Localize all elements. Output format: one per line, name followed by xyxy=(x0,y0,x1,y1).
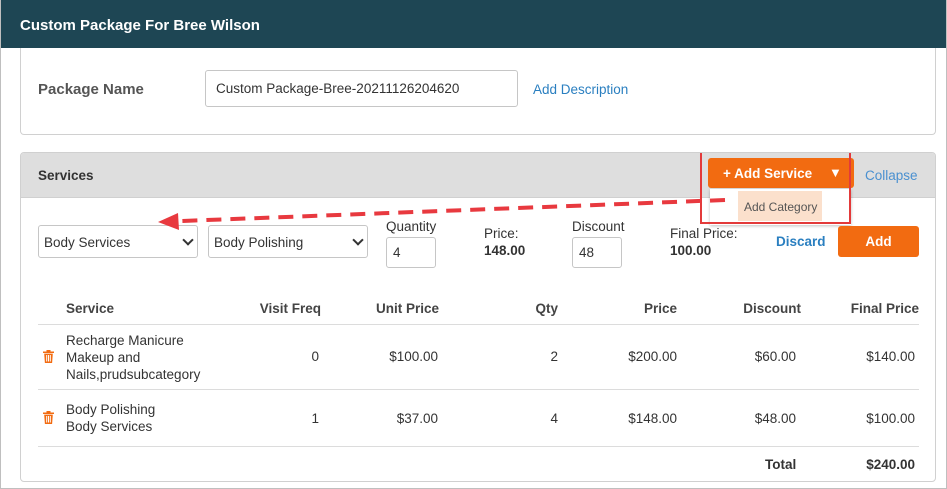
add-button[interactable]: Add xyxy=(838,226,919,257)
package-name-panel: Package Name Add Description xyxy=(20,48,936,135)
discount-cell: $60.00 xyxy=(754,349,796,364)
service-name-line: Body Services xyxy=(66,419,153,434)
table-divider xyxy=(38,389,919,390)
total-label: Total xyxy=(765,457,797,472)
service-select-value: Body Polishing xyxy=(214,235,304,250)
column-header-discount: Discount xyxy=(743,301,801,316)
quantity-label: Quantity xyxy=(386,219,437,234)
final-price-value: 100.00 xyxy=(670,243,712,258)
unit-price-cell: $100.00 xyxy=(389,349,438,364)
final-price-label: Final Price: xyxy=(670,226,738,241)
category-select[interactable]: Body Services xyxy=(38,225,198,258)
services-title: Services xyxy=(38,168,94,183)
column-header-qty: Qty xyxy=(535,301,558,316)
service-select[interactable]: Body Polishing xyxy=(208,225,368,258)
discount-label: Discount xyxy=(572,219,625,234)
discount-cell: $48.00 xyxy=(754,411,796,426)
category-select-value: Body Services xyxy=(44,235,131,250)
final-price-cell: $100.00 xyxy=(866,411,915,426)
quantity-input[interactable] xyxy=(386,237,436,268)
package-name-label: Package Name xyxy=(38,81,144,98)
visit-freq-cell: 1 xyxy=(311,411,319,426)
total-value: $240.00 xyxy=(866,457,915,472)
page-header: Custom Package For Bree Wilson xyxy=(1,0,946,48)
chevron-down-icon xyxy=(182,234,194,246)
column-header-service: Service xyxy=(66,301,115,316)
chevron-down-icon xyxy=(352,234,364,246)
column-header-final-price: Final Price xyxy=(850,301,919,316)
trash-icon[interactable] xyxy=(43,350,54,363)
column-header-price: Price xyxy=(643,301,677,316)
add-description-link[interactable]: Add Description xyxy=(533,82,628,97)
trash-icon[interactable] xyxy=(43,411,54,424)
service-name-line: Makeup and xyxy=(66,350,141,365)
service-name-line: Recharge Manicure xyxy=(66,333,184,348)
price-cell: $200.00 xyxy=(628,349,677,364)
service-name-line: Nails,prudsubcategory xyxy=(66,367,201,382)
price-cell: $148.00 xyxy=(628,411,677,426)
table-divider xyxy=(38,324,919,325)
column-header-unit-price: Unit Price xyxy=(375,301,439,316)
discount-input[interactable] xyxy=(572,237,622,268)
visit-freq-cell: 0 xyxy=(311,349,319,364)
services-panel: Services Collapse + Add Service ▼ Add Ca… xyxy=(20,152,936,482)
qty-cell: 4 xyxy=(550,411,558,426)
service-name-line: Body Polishing xyxy=(66,402,156,417)
page-title: Custom Package For Bree Wilson xyxy=(20,17,260,34)
price-label: Price: xyxy=(484,226,519,241)
qty-cell: 2 xyxy=(550,349,558,364)
table-divider xyxy=(38,446,919,447)
unit-price-cell: $37.00 xyxy=(396,411,438,426)
discard-button[interactable]: Discard xyxy=(776,234,826,249)
price-value: 148.00 xyxy=(484,243,526,258)
collapse-link[interactable]: Collapse xyxy=(865,168,918,183)
package-name-input[interactable] xyxy=(205,70,518,107)
final-price-cell: $140.00 xyxy=(866,349,915,364)
highlight-box xyxy=(700,153,851,224)
column-header-visit-freq: Visit Freq xyxy=(259,301,321,316)
